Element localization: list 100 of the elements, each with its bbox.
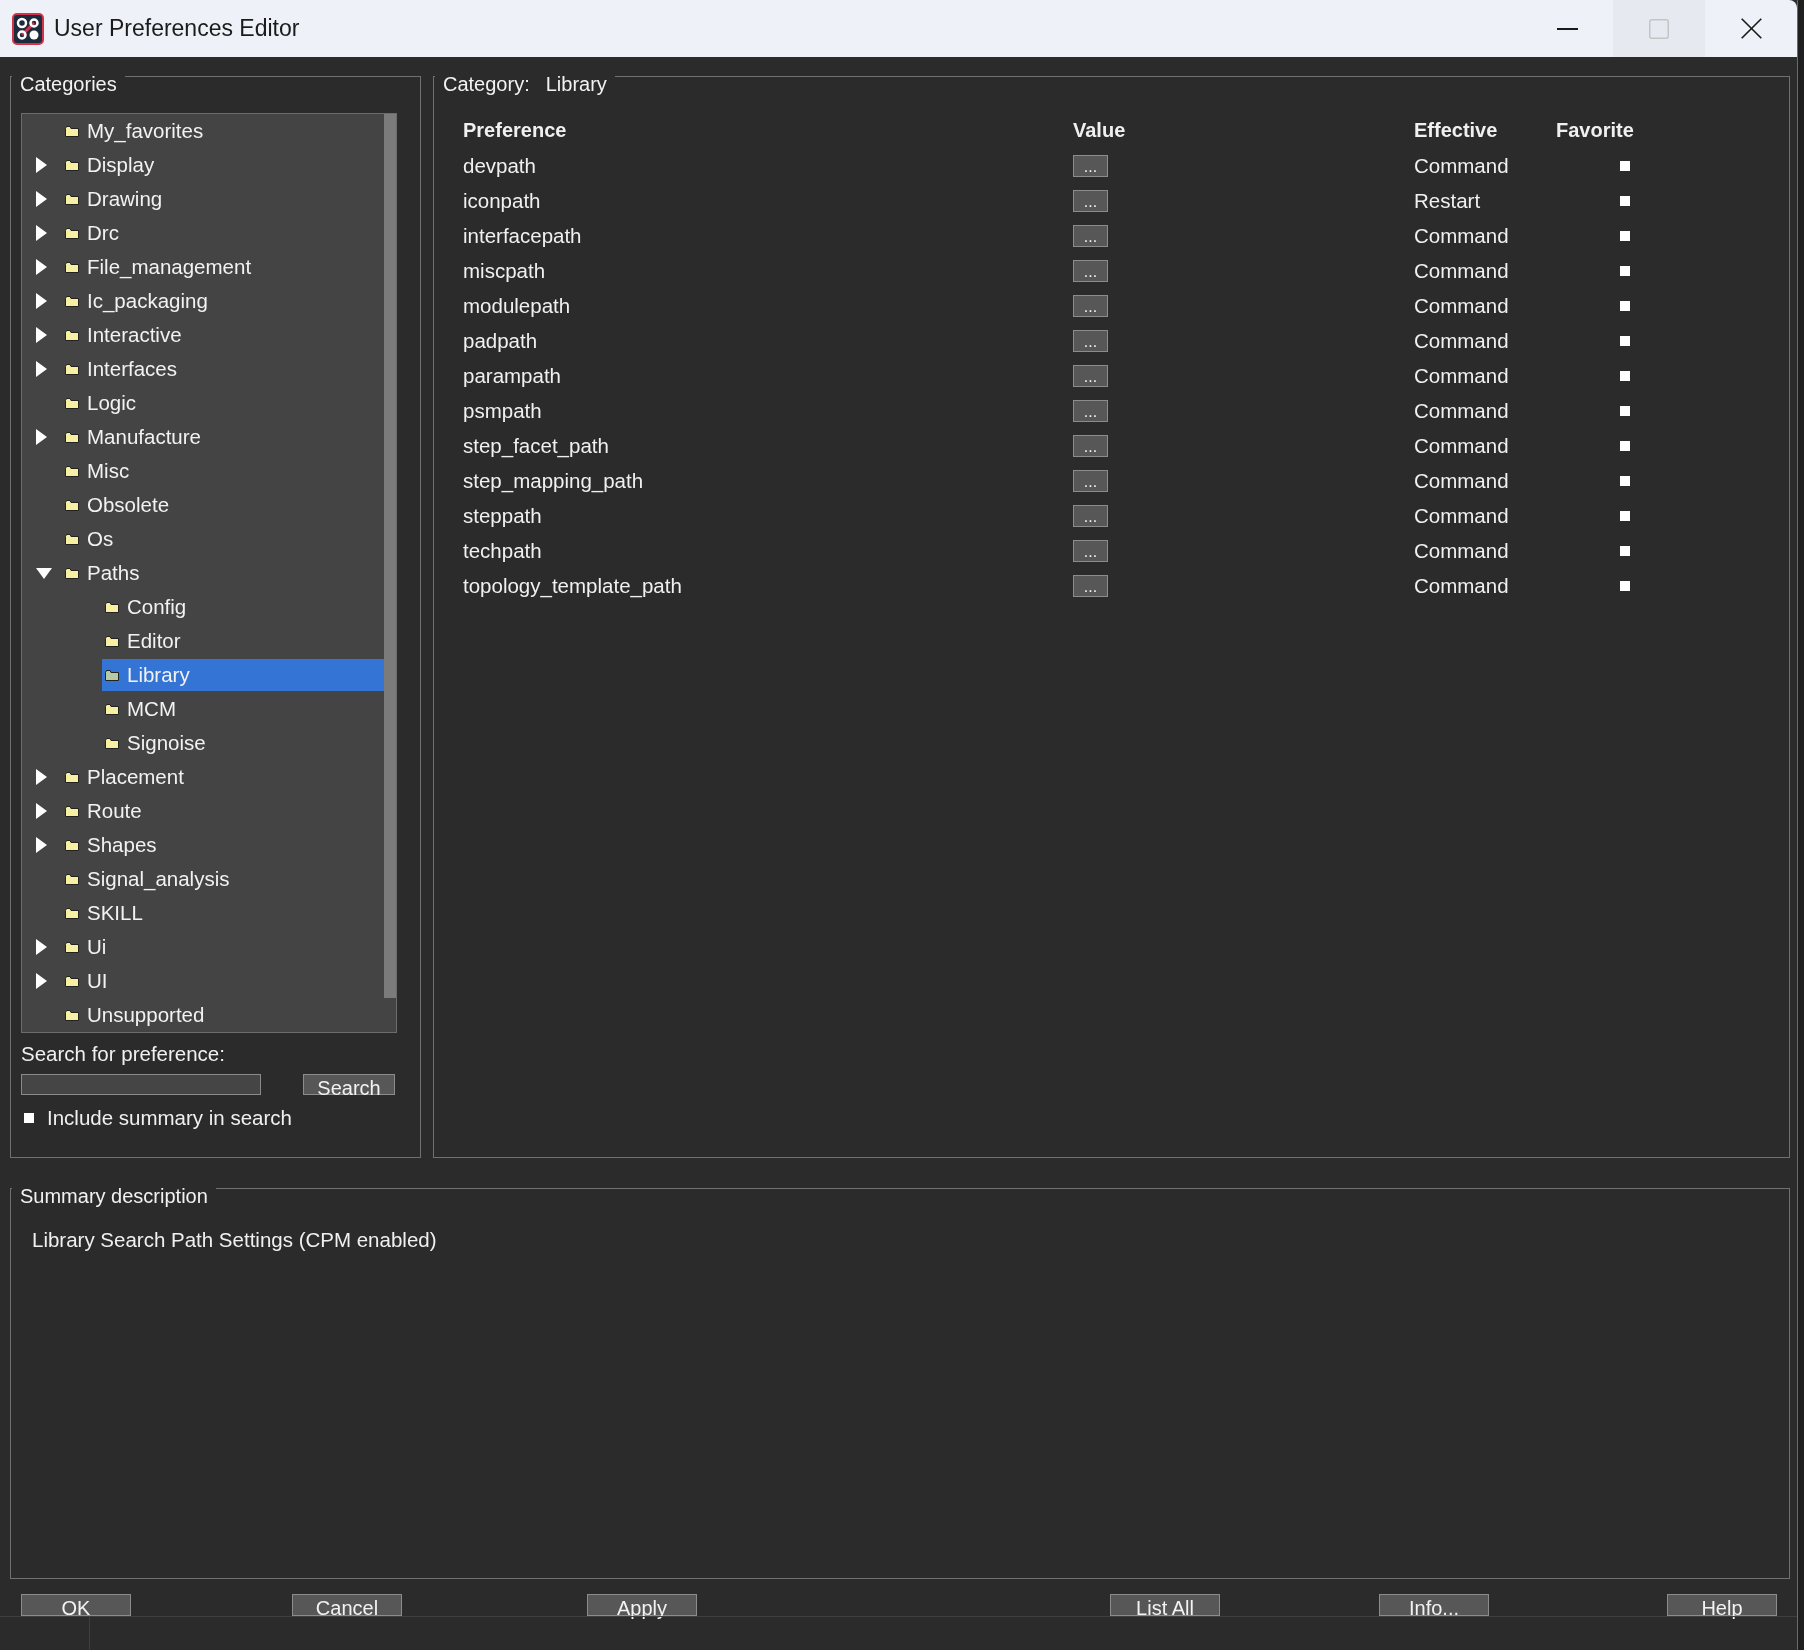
folder-icon xyxy=(65,941,79,953)
folder-icon xyxy=(65,975,79,987)
checkbox[interactable] xyxy=(24,1113,34,1123)
table-cell: Command xyxy=(1414,538,1509,563)
favorite-checkbox[interactable] xyxy=(1620,580,1630,591)
tree-item[interactable]: SKILL xyxy=(62,897,384,929)
tree-item[interactable]: Unsupported xyxy=(62,999,384,1031)
tree-item[interactable]: Signoise xyxy=(102,727,384,759)
favorite-checkbox[interactable] xyxy=(1620,545,1630,556)
caret-right-icon[interactable] xyxy=(36,973,47,989)
dialog-button[interactable]: List All xyxy=(1110,1594,1220,1616)
folder-icon xyxy=(65,159,79,171)
favorite-checkbox[interactable] xyxy=(1620,440,1630,451)
search-button[interactable]: Search xyxy=(303,1074,395,1095)
caret-right-icon[interactable] xyxy=(36,803,47,819)
browse-button[interactable]: ... xyxy=(1073,364,1108,387)
favorite-checkbox[interactable] xyxy=(1620,160,1630,171)
caret-right-icon[interactable] xyxy=(36,361,47,377)
folder-icon xyxy=(65,397,79,409)
tree-item[interactable]: Interactive xyxy=(62,319,384,351)
tree-item[interactable]: Interfaces xyxy=(62,353,384,385)
caret-right-icon[interactable] xyxy=(36,769,47,785)
favorite-checkbox[interactable] xyxy=(1620,300,1630,311)
table-cell: devpath xyxy=(463,153,536,178)
browse-button[interactable]: ... xyxy=(1073,399,1108,422)
folder-icon xyxy=(65,465,79,477)
folder-icon xyxy=(65,431,79,443)
column-header: Value xyxy=(1073,119,1126,142)
table-cell: Command xyxy=(1414,293,1509,318)
favorite-checkbox[interactable] xyxy=(1620,195,1630,206)
tree-item[interactable]: Obsolete xyxy=(62,489,384,521)
table-cell: interfacepath xyxy=(463,223,582,248)
tree-item[interactable]: Shapes xyxy=(62,829,384,861)
browse-button[interactable]: ... xyxy=(1073,224,1108,247)
tree-item[interactable]: Drawing xyxy=(62,183,384,215)
browse-button[interactable]: ... xyxy=(1073,189,1108,212)
folder-icon xyxy=(65,533,79,545)
caret-right-icon[interactable] xyxy=(36,191,47,207)
caret-right-icon[interactable] xyxy=(36,293,47,309)
folder-icon xyxy=(105,601,119,613)
caret-right-icon[interactable] xyxy=(36,327,47,343)
close-icon xyxy=(1740,18,1762,39)
folder-icon xyxy=(65,261,79,273)
dialog-button[interactable]: Info... xyxy=(1379,1594,1489,1616)
tree-item[interactable]: Display xyxy=(62,149,384,181)
tree-item[interactable]: Route xyxy=(62,795,384,827)
browse-button[interactable]: ... xyxy=(1073,469,1108,492)
favorite-checkbox[interactable] xyxy=(1620,510,1630,521)
dialog-button[interactable]: Cancel xyxy=(292,1594,402,1616)
tree-item[interactable]: Paths xyxy=(62,557,384,589)
tree-item[interactable]: Logic xyxy=(62,387,384,419)
tree-item[interactable]: Library xyxy=(102,659,384,691)
browse-button[interactable]: ... xyxy=(1073,294,1108,317)
checkbox-label: Include summary in search xyxy=(47,1106,292,1130)
tree-item[interactable]: Editor xyxy=(102,625,384,657)
dialog-button[interactable]: OK xyxy=(21,1594,131,1616)
browse-button[interactable]: ... xyxy=(1073,154,1108,177)
tree-item[interactable]: MCM xyxy=(102,693,384,725)
favorite-checkbox[interactable] xyxy=(1620,265,1630,276)
tree-item[interactable]: Placement xyxy=(62,761,384,793)
browse-button[interactable]: ... xyxy=(1073,259,1108,282)
tree-item[interactable]: Misc xyxy=(62,455,384,487)
caret-right-icon[interactable] xyxy=(36,225,47,241)
browse-button[interactable]: ... xyxy=(1073,504,1108,527)
folder-icon xyxy=(65,295,79,307)
table-cell: parampath xyxy=(463,363,561,388)
favorite-checkbox[interactable] xyxy=(1620,230,1630,241)
tree-item[interactable]: Ic_packaging xyxy=(62,285,384,317)
search-field[interactable] xyxy=(21,1074,261,1095)
folder-icon xyxy=(65,771,79,783)
browse-button[interactable]: ... xyxy=(1073,574,1108,597)
folder-icon xyxy=(65,227,79,239)
group-title: Summary description xyxy=(20,1185,208,1207)
tree-item[interactable]: Signal_analysis xyxy=(62,863,384,895)
folder-icon xyxy=(65,193,79,205)
tree-item[interactable]: UI xyxy=(62,965,384,997)
table-cell: Command xyxy=(1414,573,1509,598)
favorite-checkbox[interactable] xyxy=(1620,335,1630,346)
folder-icon xyxy=(65,1009,79,1021)
caret-right-icon[interactable] xyxy=(36,939,47,955)
caret-right-icon[interactable] xyxy=(36,157,47,173)
tree-item[interactable]: File_management xyxy=(62,251,384,283)
table-cell: topology_template_path xyxy=(463,573,682,598)
tree-item[interactable]: Drc xyxy=(62,217,384,249)
favorite-checkbox[interactable] xyxy=(1620,475,1630,486)
scrollbar-thumb[interactable] xyxy=(384,114,396,998)
caret-right-icon[interactable] xyxy=(36,259,47,275)
browse-button[interactable]: ... xyxy=(1073,434,1108,457)
favorite-checkbox[interactable] xyxy=(1620,370,1630,381)
tree-item[interactable]: Manufacture xyxy=(62,421,384,453)
tree-item[interactable]: Ui xyxy=(62,931,384,963)
caret-right-icon[interactable] xyxy=(36,429,47,445)
browse-button[interactable]: ... xyxy=(1073,329,1108,352)
caret-down-icon[interactable] xyxy=(36,567,52,579)
tree-item[interactable]: Os xyxy=(62,523,384,555)
browse-button[interactable]: ... xyxy=(1073,539,1108,562)
tree-item[interactable]: Config xyxy=(102,591,384,623)
tree-item[interactable]: My_favorites xyxy=(62,115,384,147)
caret-right-icon[interactable] xyxy=(36,837,47,853)
favorite-checkbox[interactable] xyxy=(1620,405,1630,416)
